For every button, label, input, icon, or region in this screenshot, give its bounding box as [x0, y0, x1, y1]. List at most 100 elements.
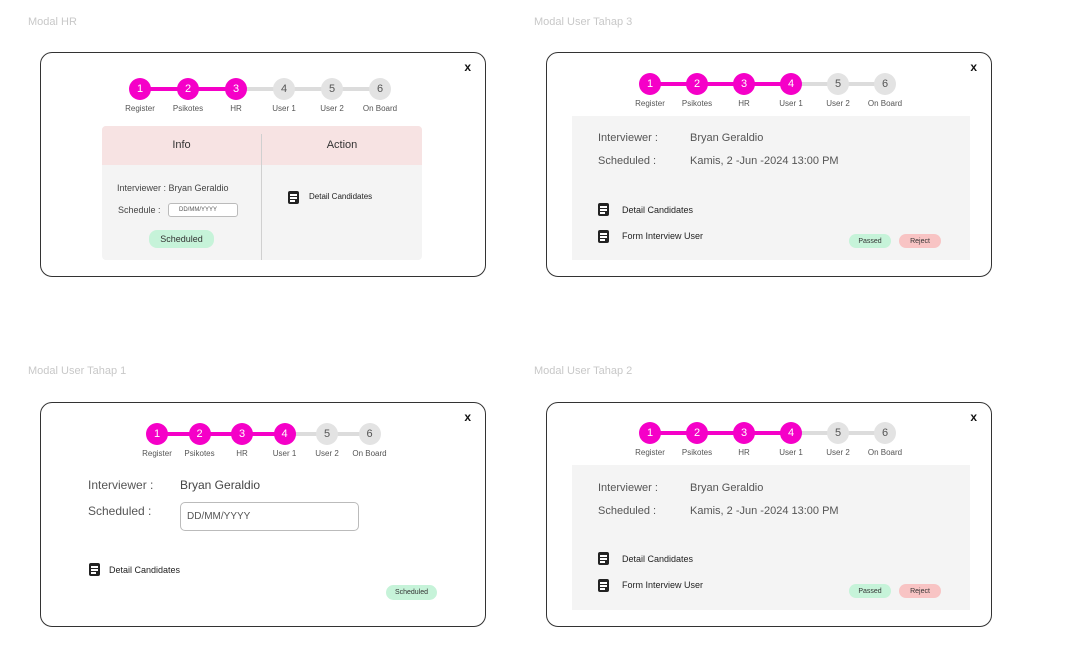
- document-icon: [288, 191, 299, 204]
- interviewer-label: Interviewer :: [88, 478, 154, 492]
- step-3-label: HR: [738, 99, 750, 108]
- scheduled-value: Kamis, 2 -Jun -2024 13:00 PM: [690, 505, 839, 517]
- scheduled-label: Scheduled :: [598, 155, 657, 167]
- close-icon[interactable]: x: [970, 60, 977, 74]
- step-5-circle: 5: [827, 422, 849, 444]
- frame-label-modal-user-2: Modal User Tahap 2: [534, 365, 633, 377]
- document-icon: [598, 579, 609, 592]
- step-4-label: User 1: [779, 99, 803, 108]
- stepper: 1 Register 2 Psikotes 3 HR 4 User 1 5 User 2 6 On B…: [142, 423, 387, 469]
- step-6-circle: 6: [874, 422, 896, 444]
- step-1-label: Register: [142, 449, 172, 458]
- column-divider: [261, 134, 262, 260]
- step-1-circle: 1: [639, 73, 661, 95]
- status-badge: Scheduled: [149, 230, 214, 248]
- form-interview-user-link[interactable]: Form Interview User: [622, 231, 703, 241]
- schedule-label: Schedule :: [118, 205, 161, 215]
- action-header: Action: [326, 139, 358, 151]
- step-2-label: Psikotes: [184, 449, 215, 458]
- interviewer-value: Bryan Geraldio: [180, 478, 261, 492]
- step-6-label: On Board: [352, 449, 387, 458]
- detail-candidates-link[interactable]: Detail Candidates: [622, 554, 693, 564]
- step-5-label: User 2: [315, 449, 339, 458]
- info-header: Info: [172, 139, 191, 151]
- modal-user-3: x 1 Register 2 Psikotes 3 HR 4 User 1 5 User 2 6 On…: [546, 52, 992, 277]
- step-4-circle: 4: [780, 422, 802, 444]
- modal-hr: x 1 Register 2 Psikotes 3 HR 4 User 1 5 User 2 6 On…: [40, 52, 486, 277]
- interviewer-label: Interviewer :: [598, 132, 658, 144]
- step-6-circle: 6: [874, 73, 896, 95]
- step-2-label: Psikotes: [681, 448, 713, 457]
- step-1-label: Register: [635, 448, 665, 457]
- step-3-circle: 3: [733, 73, 755, 95]
- info-action-card: Info Action Interviewer : Bryan Geraldio…: [102, 126, 422, 260]
- modal-user-1: x 1 Register 2 Psikotes 3 HR 4 User 1 5 User 2 6 On…: [40, 402, 486, 627]
- step-4-label: User 1: [779, 448, 803, 457]
- step-4-circle: 4: [780, 73, 802, 95]
- close-icon[interactable]: x: [464, 410, 471, 424]
- frame-label-modal-user-1: Modal User Tahap 1: [28, 365, 127, 377]
- interviewer-value: Bryan Geraldio: [690, 482, 764, 494]
- step-5-label: User 2: [320, 104, 344, 113]
- detail-candidates-link[interactable]: Detail Candidates: [109, 565, 180, 575]
- step-2-circle: 2: [686, 422, 708, 444]
- step-3-label: HR: [236, 449, 248, 458]
- stepper: 1 Register 2 Psikotes 3 HR 4 User 1 5 User 2 6 On B…: [125, 78, 414, 124]
- step-1-label: Register: [125, 104, 155, 113]
- detail-candidates-link[interactable]: Detail Candidates: [309, 192, 372, 201]
- interviewer-label: Interviewer :: [598, 482, 658, 494]
- detail-candidates-link[interactable]: Detail Candidates: [622, 205, 693, 215]
- step-5-label: User 2: [826, 99, 850, 108]
- step-4-label: User 1: [272, 104, 296, 113]
- scheduled-value: Kamis, 2 -Jun -2024 13:00 PM: [690, 155, 839, 167]
- step-2-circle: 2: [188, 423, 211, 445]
- step-4-label: User 1: [272, 449, 297, 458]
- stepper: 1 Register 2 Psikotes 3 HR 4 User 1 5 User 2 6 On B…: [635, 422, 903, 468]
- scheduled-label: Scheduled :: [598, 505, 657, 517]
- step-3-label: HR: [738, 448, 750, 457]
- reject-button[interactable]: Reject: [899, 584, 941, 598]
- step-2-circle: 2: [177, 78, 199, 100]
- form-interview-user-link[interactable]: Form Interview User: [622, 580, 703, 590]
- step-1-circle: 1: [146, 423, 168, 445]
- document-icon: [598, 552, 609, 565]
- schedule-date-input[interactable]: DD/MM/YYYY: [168, 203, 238, 217]
- step-5-circle: 5: [827, 73, 849, 95]
- status-badge: Scheduled: [386, 585, 437, 600]
- scheduled-date-input[interactable]: DD/MM/YYYY: [180, 502, 359, 531]
- frame-label-modal-user-3: Modal User Tahap 3: [534, 16, 633, 28]
- close-icon[interactable]: x: [464, 60, 471, 74]
- step-6-label: On Board: [362, 104, 398, 113]
- step-4-circle: 4: [273, 78, 295, 100]
- passed-button[interactable]: Passed: [849, 584, 891, 598]
- step-3-label: HR: [230, 104, 242, 113]
- document-icon: [598, 203, 609, 216]
- step-2-label: Psikotes: [172, 104, 204, 113]
- step-6-circle: 6: [358, 423, 381, 445]
- step-3-circle: 3: [733, 422, 755, 444]
- interviewer-text: Interviewer : Bryan Geraldio: [117, 183, 229, 193]
- step-5-circle: 5: [316, 423, 338, 445]
- content-panel: Interviewer : Bryan Geraldio Scheduled :…: [572, 116, 970, 260]
- step-2-label: Psikotes: [681, 99, 713, 108]
- step-6-label: On Board: [867, 99, 903, 108]
- document-icon: [89, 563, 100, 576]
- interviewer-value: Bryan Geraldio: [690, 132, 764, 144]
- frame-label-modal-hr: Modal HR: [28, 16, 77, 28]
- step-6-circle: 6: [369, 78, 391, 100]
- close-icon[interactable]: x: [970, 410, 977, 424]
- step-1-circle: 1: [639, 422, 661, 444]
- step-4-circle: 4: [273, 423, 296, 445]
- document-icon: [598, 230, 609, 243]
- step-1-circle: 1: [129, 78, 151, 100]
- passed-button[interactable]: Passed: [849, 234, 891, 248]
- reject-button[interactable]: Reject: [899, 234, 941, 248]
- step-5-label: User 2: [826, 448, 850, 457]
- step-5-circle: 5: [321, 78, 343, 100]
- step-2-circle: 2: [686, 73, 708, 95]
- scheduled-label: Scheduled :: [88, 504, 152, 518]
- step-1-label: Register: [635, 99, 665, 108]
- step-3-circle: 3: [231, 423, 253, 445]
- stepper: 1 Register 2 Psikotes 3 HR 4 User 1 5 User 2 6 On B…: [635, 73, 903, 119]
- step-6-label: On Board: [867, 448, 903, 457]
